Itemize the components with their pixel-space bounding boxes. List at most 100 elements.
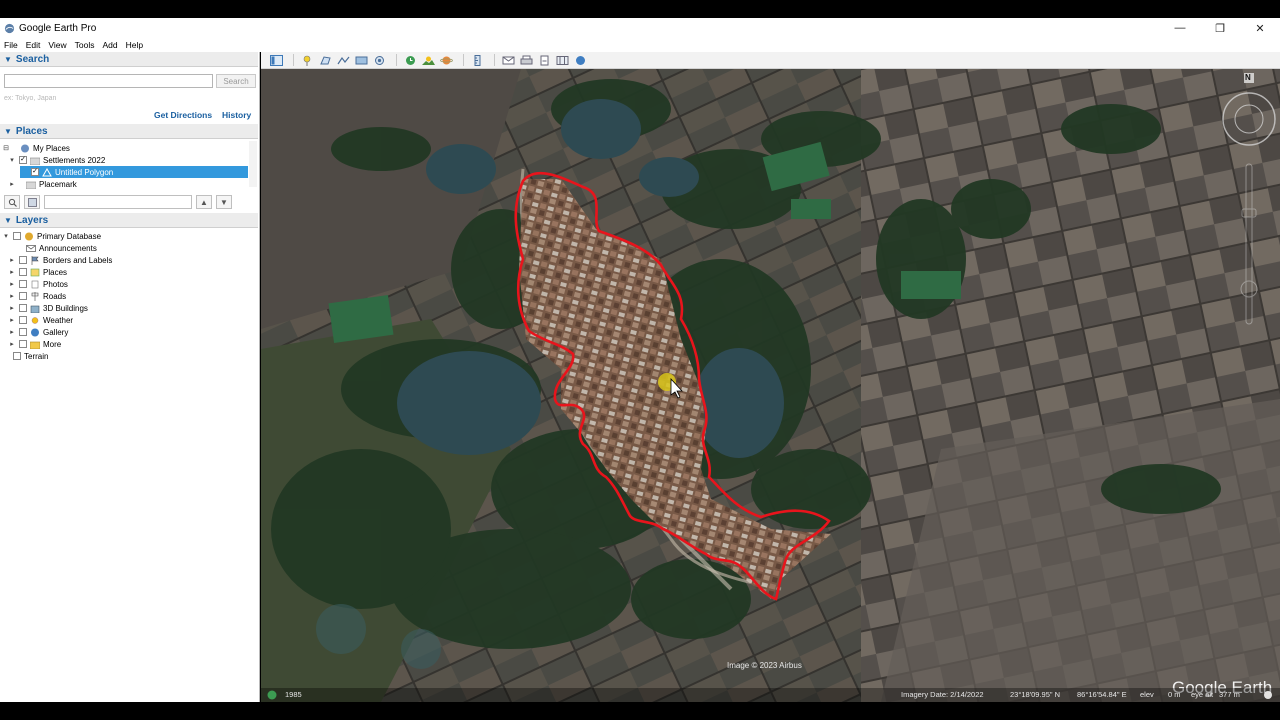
- move-down-button[interactable]: ▼: [216, 195, 232, 209]
- layer-places[interactable]: ▸ Places: [8, 266, 67, 278]
- checkbox[interactable]: [13, 144, 17, 152]
- layer-3d-buildings[interactable]: ▸ 3D Buildings: [8, 302, 88, 314]
- search-panel-header[interactable]: ▼ Search: [0, 52, 258, 67]
- expand-icon[interactable]: ⊟: [2, 144, 10, 152]
- menu-help[interactable]: Help: [126, 40, 143, 50]
- search-places-button[interactable]: [4, 195, 20, 209]
- layer-photos[interactable]: ▸ Photos: [8, 278, 68, 290]
- expand-icon[interactable]: ▸: [8, 280, 16, 288]
- tree-label: Photos: [43, 279, 68, 289]
- record-tour-button[interactable]: [372, 54, 387, 67]
- layer-borders-and-labels[interactable]: ▸ Borders and Labels: [8, 254, 112, 266]
- sidebar-toggle-icon: [270, 54, 283, 66]
- checkbox[interactable]: [19, 340, 27, 348]
- expand-icon[interactable]: ▸: [8, 256, 16, 264]
- layer-weather[interactable]: ▸ Weather: [8, 314, 73, 326]
- history-link[interactable]: History: [222, 110, 251, 120]
- save-image-button[interactable]: [537, 54, 552, 67]
- email-button[interactable]: [501, 54, 516, 67]
- historical-imagery-status-icon[interactable]: [267, 690, 277, 700]
- add-path-button[interactable]: [336, 54, 351, 67]
- view-in-maps-button[interactable]: [555, 54, 570, 67]
- checkbox[interactable]: [19, 180, 23, 188]
- menu-bar: File Edit View Tools Add Help: [0, 38, 1280, 52]
- restore-button[interactable]: ❐: [1200, 18, 1240, 38]
- imagery-attribution: Image © 2023 Airbus: [727, 661, 802, 670]
- checkbox[interactable]: [19, 256, 27, 264]
- tree-item-settlements-2022[interactable]: ▾ ✓ Settlements 2022: [8, 154, 105, 166]
- expand-icon[interactable]: ▸: [8, 304, 16, 312]
- menu-tools[interactable]: Tools: [75, 40, 95, 50]
- search-button[interactable]: Search: [216, 74, 256, 88]
- search-panel-title: Search: [15, 53, 50, 65]
- streaming-indicator-icon: [1264, 691, 1272, 699]
- search-input[interactable]: [4, 74, 213, 88]
- tree-item-placemark[interactable]: ▸ Placemark: [8, 178, 77, 190]
- checkbox[interactable]: [13, 352, 21, 360]
- add-polygon-button[interactable]: [318, 54, 333, 67]
- layer-gallery[interactable]: ▸ Gallery: [8, 326, 68, 338]
- minimize-button[interactable]: —: [1160, 18, 1200, 38]
- top-black-bar: [0, 0, 1280, 18]
- envelope-icon: [502, 56, 515, 64]
- expand-icon[interactable]: ▸: [8, 328, 16, 336]
- checkbox[interactable]: [13, 232, 21, 240]
- menu-add[interactable]: Add: [102, 40, 117, 50]
- expand-icon[interactable]: ▾: [8, 156, 16, 164]
- satellite-map[interactable]: Image © 2023 Airbus Google Earth N: [261, 69, 1280, 702]
- envelope-icon: [26, 244, 36, 252]
- toggle-panel-button[interactable]: [24, 195, 40, 209]
- historical-imagery-button[interactable]: [403, 54, 418, 67]
- sidebar-toggle-button[interactable]: [269, 54, 284, 67]
- close-button[interactable]: ✕: [1240, 18, 1280, 38]
- collapse-triangle-icon: ▼: [4, 54, 12, 64]
- add-placemark-button[interactable]: [300, 54, 315, 67]
- tree-label: My Places: [33, 143, 70, 153]
- checkbox[interactable]: [19, 316, 27, 324]
- tree-label: Borders and Labels: [43, 255, 113, 265]
- add-image-overlay-button[interactable]: [354, 54, 369, 67]
- checkbox[interactable]: ✓: [31, 168, 39, 176]
- layer-primary-database[interactable]: ▾ Primary Database: [2, 230, 101, 242]
- expand-icon[interactable]: ▸: [8, 316, 16, 324]
- menu-file[interactable]: File: [4, 40, 18, 50]
- checkbox[interactable]: [19, 328, 27, 336]
- planet-switch-button[interactable]: [439, 54, 454, 67]
- checkbox[interactable]: [19, 292, 27, 300]
- eye-altitude-value: 377 m: [1219, 690, 1240, 699]
- ruler-button[interactable]: [470, 54, 485, 67]
- checkbox[interactable]: [19, 268, 27, 276]
- move-up-button[interactable]: ▲: [196, 195, 212, 209]
- layers-panel-header[interactable]: ▼ Layers: [0, 213, 258, 228]
- layer-announcements[interactable]: Announcements: [10, 242, 97, 254]
- layer-roads[interactable]: ▸ Roads: [8, 290, 66, 302]
- expand-icon[interactable]: ▸: [8, 180, 16, 188]
- expand-icon[interactable]: ▸: [8, 340, 16, 348]
- layer-terrain[interactable]: Terrain: [10, 350, 48, 362]
- expand-icon[interactable]: ▾: [2, 232, 10, 240]
- menu-edit[interactable]: Edit: [26, 40, 41, 50]
- print-button[interactable]: [519, 54, 534, 67]
- sunlight-button[interactable]: [421, 54, 436, 67]
- expand-icon[interactable]: ▸: [8, 292, 16, 300]
- layer-more[interactable]: ▸ More: [8, 338, 61, 350]
- road-sign-icon: [31, 291, 39, 301]
- tree-item-my-places[interactable]: ⊟ My Places: [2, 142, 70, 154]
- save-image-icon: [540, 55, 549, 65]
- places-panel-header[interactable]: ▼ Places: [0, 124, 258, 139]
- screen: Google Earth Pro — ❐ ✕ File Edit View To…: [0, 0, 1280, 720]
- expand-icon[interactable]: ▸: [8, 268, 16, 276]
- tree-label: Roads: [43, 291, 67, 301]
- places-scrollbar[interactable]: [249, 141, 257, 187]
- bottom-black-bar: [0, 702, 1280, 720]
- checkbox[interactable]: ✓: [19, 156, 27, 164]
- checkbox[interactable]: [19, 304, 27, 312]
- get-directions-link[interactable]: Get Directions: [154, 110, 212, 120]
- earth-view-button[interactable]: [573, 54, 588, 67]
- menu-view[interactable]: View: [48, 40, 66, 50]
- places-filter-input[interactable]: [44, 195, 192, 209]
- checkbox[interactable]: [19, 280, 27, 288]
- tree-item-untitled-polygon[interactable]: ✓ Untitled Polygon: [20, 166, 248, 178]
- pushpin-icon: [303, 55, 311, 66]
- checkbox[interactable]: [21, 244, 23, 252]
